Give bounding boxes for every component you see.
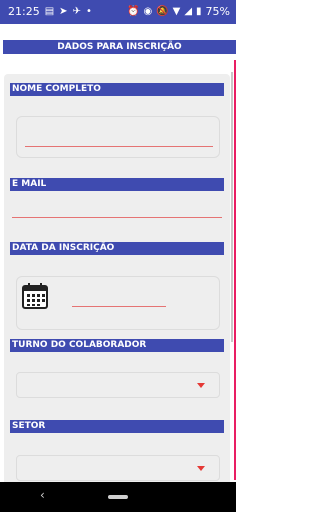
- turno-label: TURNO DO COLABORADOR: [10, 339, 224, 352]
- scrollbar-thumb[interactable]: [231, 72, 233, 342]
- calendar-icon[interactable]: [22, 283, 48, 309]
- back-icon[interactable]: ‹: [40, 488, 45, 502]
- edge-indicator: [234, 60, 236, 480]
- email-label: E MAIL: [10, 178, 224, 191]
- signal-icon: ◢: [184, 5, 193, 17]
- dot-icon: •: [85, 5, 92, 17]
- battery-icon: ▮: [196, 5, 202, 17]
- form-title: DADOS PARA INSCRIÇÃO: [3, 40, 236, 54]
- nome-label: NOME COMPLETO: [10, 83, 224, 96]
- data-label: DATA DA INSCRIÇÃO: [10, 242, 224, 255]
- status-time: 21:25: [8, 5, 40, 18]
- battery-percent: 75%: [205, 5, 230, 18]
- eye-icon: ◉: [143, 5, 153, 17]
- home-pill[interactable]: [108, 495, 128, 499]
- nome-field[interactable]: [16, 116, 220, 158]
- data-underline: [72, 306, 166, 307]
- nome-underline: [25, 146, 213, 147]
- email-underline: [12, 217, 222, 218]
- telegram-icon: ✈: [72, 5, 81, 17]
- sms-icon: ▤: [44, 5, 55, 17]
- setor-select[interactable]: [16, 455, 220, 481]
- chevron-down-icon: [197, 383, 205, 388]
- status-bar: 21:25 ▤ ➤ ✈ • ⏰ ◉ 🔕 ▼ ◢ ▮ 75%: [0, 0, 236, 24]
- navigation-icon: ➤: [59, 5, 68, 17]
- navigation-bar: ‹: [0, 482, 236, 512]
- email-field[interactable]: [12, 196, 224, 220]
- wifi-icon: ▼: [172, 5, 181, 17]
- setor-label: SETOR: [10, 420, 224, 433]
- data-input[interactable]: [72, 290, 168, 308]
- turno-select[interactable]: [16, 372, 220, 398]
- alarm-icon: ⏰: [126, 5, 140, 17]
- chevron-down-icon: [197, 466, 205, 471]
- mute-icon: 🔕: [156, 5, 169, 17]
